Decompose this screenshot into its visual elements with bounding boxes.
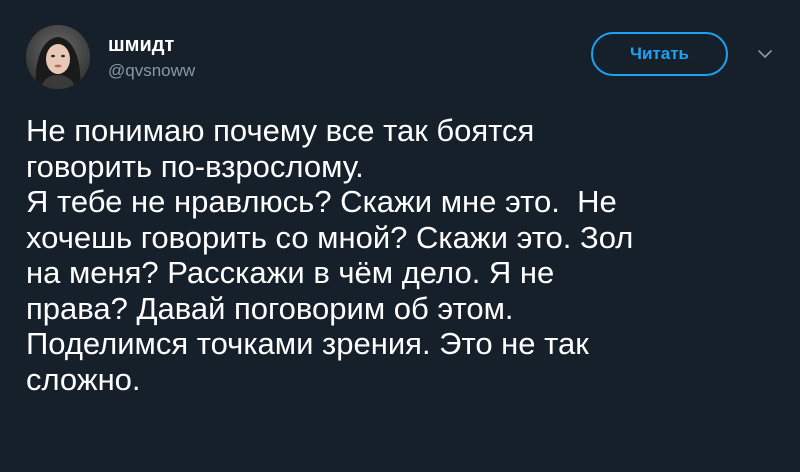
- user-handle[interactable]: @qvsnoww: [108, 60, 195, 82]
- tweet-header: шмидт @qvsnoww Читать: [26, 25, 786, 95]
- user-info: шмидт @qvsnoww: [108, 33, 195, 82]
- avatar[interactable]: [26, 25, 90, 89]
- tweet-text: Не понимаю почему все так боятся говорит…: [26, 113, 634, 397]
- display-name[interactable]: шмидт: [108, 33, 195, 57]
- tweet-card: шмидт @qvsnoww Читать Не понимаю почему …: [0, 0, 800, 472]
- follow-button[interactable]: Читать: [591, 32, 728, 76]
- avatar-photo: [26, 25, 90, 89]
- chevron-down-icon[interactable]: [756, 47, 774, 61]
